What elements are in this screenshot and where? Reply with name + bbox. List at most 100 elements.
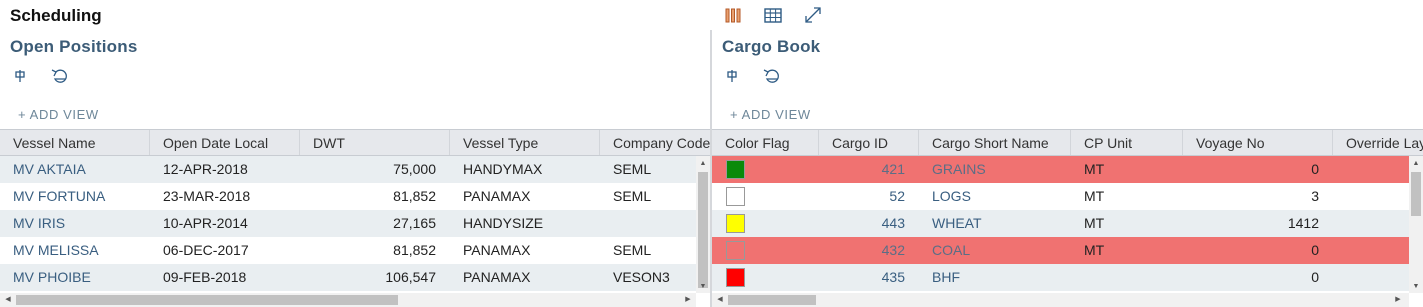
- table-row[interactable]: MV PHOIBE 09-FEB-2018 106,547 PANAMAX VESON3: [0, 264, 710, 291]
- cell-vessel-name[interactable]: MV AKTAIA: [0, 156, 150, 183]
- grid-body: MV AKTAIA 12-APR-2018 75,000 HANDYMAX SEML MV…: [0, 156, 710, 291]
- cell-company-code: SEML: [613, 242, 652, 258]
- column-header-cp-unit[interactable]: CP Unit: [1071, 130, 1183, 155]
- panel-title: Open Positions: [10, 37, 138, 56]
- cell-open-date: 12-APR-2018: [163, 161, 248, 177]
- scroll-down-icon[interactable]: ▼: [1409, 281, 1423, 293]
- cell-vessel-name[interactable]: MV FORTUNA: [0, 183, 150, 210]
- cell-cargo-short-name: GRAINS: [932, 161, 986, 177]
- cell-open-date: 10-APR-2014: [163, 215, 248, 231]
- horizontal-scrollbar[interactable]: ◀ ▶: [0, 293, 696, 307]
- add-view-button[interactable]: + ADD VIEW: [730, 107, 811, 122]
- scroll-left-icon[interactable]: ◀: [714, 293, 726, 307]
- table-row[interactable]: MV IRIS 10-APR-2014 27,165 HANDYSIZE: [0, 210, 710, 237]
- scroll-thumb[interactable]: [1411, 172, 1421, 216]
- cell-open-date: 23-MAR-2018: [163, 188, 251, 204]
- column-header-cargo-id[interactable]: Cargo ID: [819, 130, 919, 155]
- cell-cargo-id[interactable]: 435: [819, 264, 919, 291]
- horizontal-scrollbar[interactable]: ◀ ▶: [712, 293, 1409, 307]
- cell-color-flag: [712, 210, 819, 237]
- scroll-thumb[interactable]: [698, 172, 708, 288]
- scroll-right-icon[interactable]: ▶: [1392, 293, 1404, 307]
- table-row[interactable]: 52 LOGS MT 3: [712, 183, 1423, 210]
- column-header-vessel-name[interactable]: Vessel Name: [0, 130, 150, 155]
- vertical-scrollbar[interactable]: ▲ ▼: [1409, 156, 1423, 293]
- pin-icon[interactable]: [722, 66, 742, 86]
- color-flag-swatch[interactable]: [726, 160, 745, 179]
- cell-voyage-no: 1412: [1287, 215, 1319, 231]
- column-header-dwt[interactable]: DWT: [300, 130, 450, 155]
- pin-icon[interactable]: [10, 66, 30, 86]
- cell-vessel-type: HANDYMAX: [463, 161, 543, 177]
- cell-company-code: SEML: [613, 188, 652, 204]
- column-header-cargo-short-name[interactable]: Cargo Short Name: [919, 130, 1071, 155]
- cell-cargo-id[interactable]: 443: [819, 210, 919, 237]
- cell-voyage-no: 0: [1311, 269, 1319, 285]
- cell-vessel-type: PANAMAX: [463, 188, 531, 204]
- cell-vessel-type: HANDYSIZE: [463, 215, 544, 231]
- cell-dwt: 106,547: [385, 269, 436, 285]
- scroll-right-icon[interactable]: ▶: [682, 293, 694, 307]
- table-row[interactable]: 435 BHF 0: [712, 264, 1423, 291]
- table-row[interactable]: 443 WHEAT MT 1412: [712, 210, 1423, 237]
- undo-icon[interactable]: [50, 66, 70, 86]
- cell-voyage-no: 3: [1311, 188, 1319, 204]
- scroll-up-icon[interactable]: ▲: [1409, 158, 1423, 170]
- table-row[interactable]: MV AKTAIA 12-APR-2018 75,000 HANDYMAX SEML: [0, 156, 710, 183]
- table-row[interactable]: MV MELISSA 06-DEC-2017 81,852 PANAMAX SEML: [0, 237, 710, 264]
- cell-dwt: 75,000: [393, 161, 436, 177]
- cell-vessel-name[interactable]: MV MELISSA: [0, 237, 150, 264]
- cell-cp-unit: MT: [1084, 215, 1105, 231]
- undo-icon[interactable]: [762, 66, 782, 86]
- cell-color-flag: [712, 156, 819, 183]
- app-title: Scheduling: [10, 6, 102, 25]
- cell-dwt: 27,165: [393, 215, 436, 231]
- table-row[interactable]: 432 COAL MT 0: [712, 237, 1423, 264]
- add-view-button[interactable]: + ADD VIEW: [18, 107, 99, 122]
- column-header-open-date[interactable]: Open Date Local: [150, 130, 300, 155]
- cell-cp-unit: MT: [1084, 242, 1105, 258]
- color-flag-swatch[interactable]: [726, 241, 745, 260]
- cell-company-code: SEML: [613, 161, 652, 177]
- top-toolbar: [722, 6, 824, 24]
- columns-icon[interactable]: [722, 6, 744, 24]
- cell-cargo-short-name: LOGS: [932, 188, 971, 204]
- color-flag-swatch[interactable]: [726, 214, 745, 233]
- cell-cp-unit: MT: [1084, 161, 1105, 177]
- grid-header: Vessel Name Open Date Local DWT Vessel T…: [0, 129, 710, 156]
- column-header-voyage-no[interactable]: Voyage No: [1183, 130, 1333, 155]
- cell-open-date: 09-FEB-2018: [163, 269, 247, 285]
- cell-vessel-name[interactable]: MV PHOIBE: [0, 264, 150, 291]
- cell-vessel-type: PANAMAX: [463, 242, 531, 258]
- cell-voyage-no: 0: [1311, 161, 1319, 177]
- grid-body: 421 GRAINS MT 0 52 LOGS MT 3 443 WHEAT MT 1412 432 CO…: [712, 156, 1423, 291]
- cell-cargo-id[interactable]: 421: [819, 156, 919, 183]
- cell-dwt: 81,852: [393, 188, 436, 204]
- cell-vessel-name[interactable]: MV IRIS: [0, 210, 150, 237]
- table-icon[interactable]: [762, 6, 784, 24]
- cargo-book-panel: Cargo Book + ADD VIEW Color Flag Cargo I…: [712, 30, 1423, 307]
- scroll-down-icon[interactable]: ▼: [696, 281, 710, 293]
- color-flag-swatch[interactable]: [726, 187, 745, 206]
- scroll-thumb[interactable]: [16, 295, 398, 305]
- table-row[interactable]: 421 GRAINS MT 0: [712, 156, 1423, 183]
- open-positions-panel: Open Positions + ADD VIEW Vessel Name Op…: [0, 30, 710, 307]
- table-row[interactable]: MV FORTUNA 23-MAR-2018 81,852 PANAMAX SEML: [0, 183, 710, 210]
- scroll-left-icon[interactable]: ◀: [2, 293, 14, 307]
- column-header-color-flag[interactable]: Color Flag: [712, 130, 819, 155]
- column-header-company-code[interactable]: Company Code: [600, 130, 710, 155]
- color-flag-swatch[interactable]: [726, 268, 745, 287]
- scroll-up-icon[interactable]: ▲: [696, 158, 710, 170]
- vertical-scrollbar[interactable]: ▲ ▼: [696, 156, 710, 293]
- cell-cp-unit: [1071, 264, 1183, 291]
- column-header-vessel-type[interactable]: Vessel Type: [450, 130, 600, 155]
- expand-icon[interactable]: [802, 6, 824, 24]
- cell-cargo-id[interactable]: 432: [819, 237, 919, 264]
- cell-company-code: VESON3: [613, 269, 670, 285]
- scroll-thumb[interactable]: [728, 295, 816, 305]
- cell-color-flag: [712, 237, 819, 264]
- column-header-override-lay[interactable]: Override Lay: [1333, 130, 1423, 155]
- cell-cargo-id[interactable]: 52: [819, 183, 919, 210]
- cell-color-flag: [712, 264, 819, 291]
- cell-open-date: 06-DEC-2017: [163, 242, 249, 258]
